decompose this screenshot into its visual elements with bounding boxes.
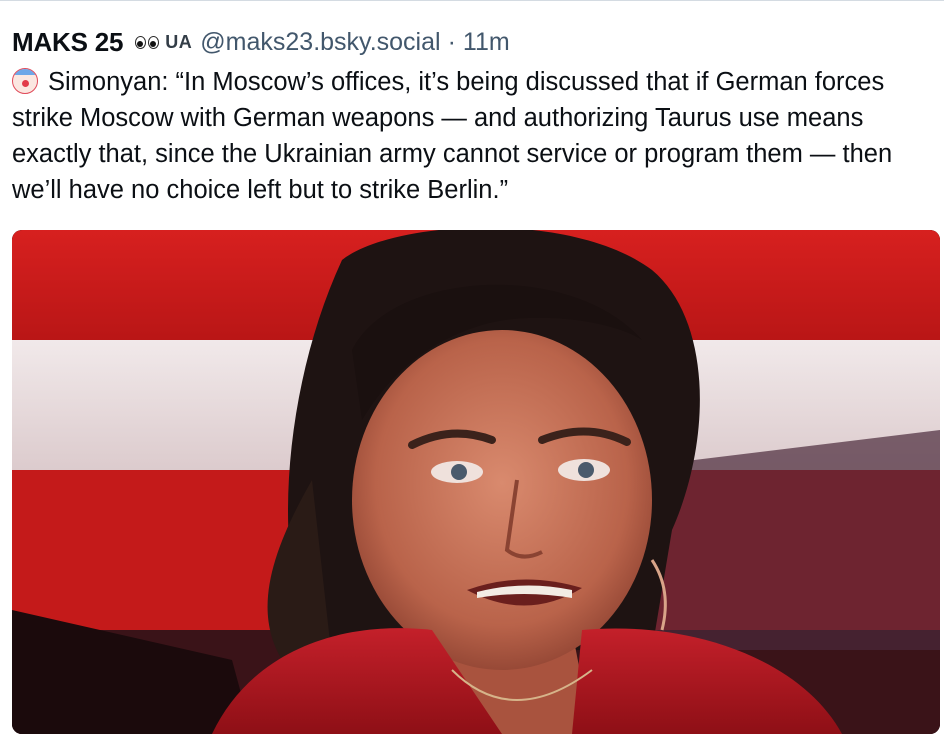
top-divider [0,0,944,1]
post-card[interactable]: MAKS 25 UA @maks23.bsky.social · 11m Sim… [12,24,932,208]
eye-left [135,35,147,49]
header-separator: · [447,27,456,56]
author-handle[interactable]: @maks23.bsky.social [200,28,440,57]
post-image[interactable] [12,230,940,734]
studio-photo [12,230,940,734]
eyes-icon [135,35,160,49]
face [352,330,652,670]
author-display-name[interactable]: MAKS 25 [12,27,123,58]
clown-face-icon [12,68,38,94]
post-text: Simonyan: “In Moscow’s offices, it’s bei… [12,64,932,208]
post-header: MAKS 25 UA @maks23.bsky.social · 11m [12,24,932,60]
eye-right [148,35,160,49]
country-tag: UA [165,31,193,52]
post-body: Simonyan: “In Moscow’s offices, it’s bei… [12,68,893,204]
post-timestamp[interactable]: 11m [463,28,510,57]
